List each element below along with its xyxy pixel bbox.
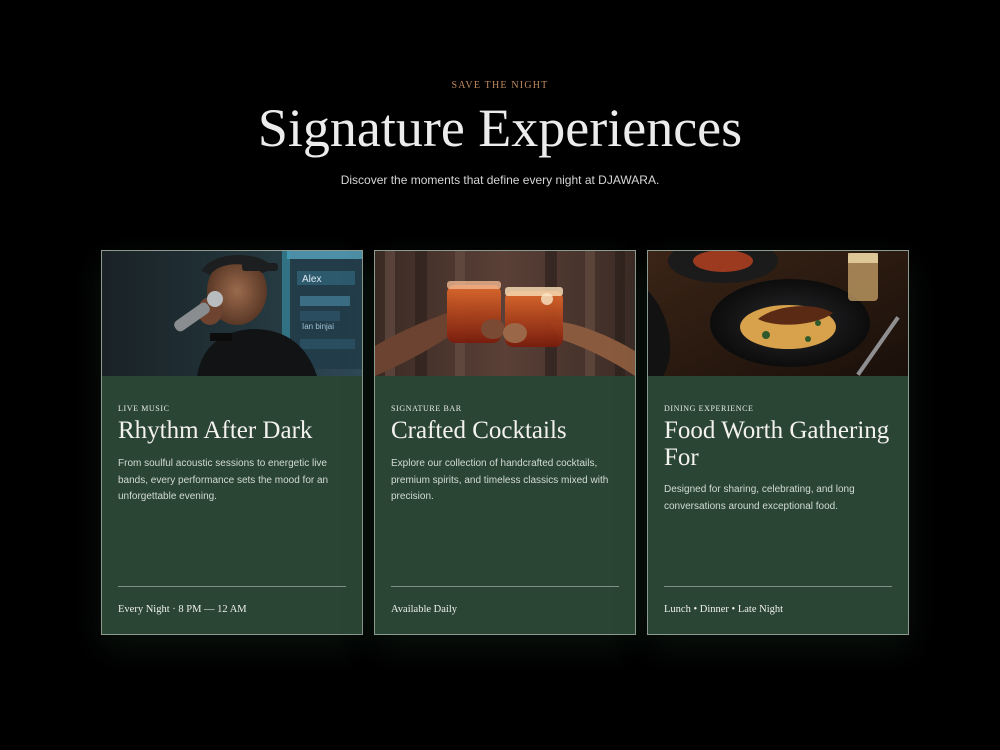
cocktail-toast-photo bbox=[375, 251, 635, 376]
section-title: Signature Experiences bbox=[257, 98, 743, 158]
card-title: Rhythm After Dark bbox=[118, 417, 313, 444]
section-subtitle: Discover the moments that define every n… bbox=[340, 173, 660, 187]
card-hours: Lunch • Dinner • Late Night bbox=[664, 604, 784, 615]
screen-text-ian: Ian binjai bbox=[302, 322, 334, 331]
card-divider bbox=[664, 586, 892, 587]
experience-card-dining[interactable]: DINING EXPERIENCE Food Worth Gathering F… bbox=[647, 250, 909, 635]
card-divider bbox=[391, 586, 619, 587]
card-description: Designed for sharing, celebrating, and l… bbox=[664, 484, 855, 512]
card-schedule: Every Night · 8 PM — 12 AM bbox=[118, 604, 247, 615]
signature-experiences-section: SAVE THE NIGHT Signature Experiences Dis… bbox=[0, 0, 1000, 750]
experience-cards: Alex Ian binjai LIVE MUSIC Rhythm After … bbox=[101, 250, 909, 635]
card-title: Crafted Cocktails bbox=[391, 417, 567, 444]
experience-card-signature-bar[interactable]: SIGNATURE BAR Crafted Cocktails Explore … bbox=[374, 250, 636, 635]
card-tag: LIVE MUSIC bbox=[118, 404, 170, 413]
card-title: Food Worth Gathering For bbox=[664, 417, 890, 471]
card-tag: DINING EXPERIENCE bbox=[664, 404, 754, 413]
card-tag: SIGNATURE BAR bbox=[391, 404, 462, 413]
singer-photo: Alex Ian binjai bbox=[102, 251, 362, 376]
card-description: Explore our collection of handcrafted co… bbox=[391, 458, 609, 502]
section-eyebrow: SAVE THE NIGHT bbox=[451, 80, 549, 91]
experience-card-live-music[interactable]: Alex Ian binjai LIVE MUSIC Rhythm After … bbox=[101, 250, 363, 635]
card-divider bbox=[118, 586, 346, 587]
card-availability: Available Daily bbox=[391, 604, 457, 615]
dinner-plate-photo bbox=[648, 251, 908, 376]
screen-text-alex: Alex bbox=[302, 274, 321, 285]
card-description: From soulful acoustic sessions to energe… bbox=[118, 458, 329, 502]
